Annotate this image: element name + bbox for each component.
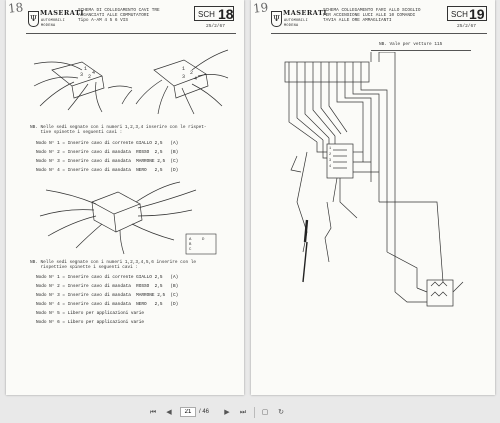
svg-text:4: 4 [92,70,95,76]
list-item: Nodo N° 1 = Inserire cavo di corrente GI… [36,141,179,146]
trident-icon: Ψ [271,11,282,27]
svg-text:1: 1 [84,66,87,72]
page-number-input[interactable] [180,407,196,417]
header-title: SCHEMA COLLEGAMENTO FARI ALLO SCOGLIO PE… [323,8,421,24]
document-page-right: 19 Ψ MASERATI AUTOMOBILI MODENA SCHEMA C… [251,0,495,395]
svg-text:3: 3 [182,74,185,80]
list-item: Nodo N° 2 = Inserire cavo di mandata ROS… [36,150,179,155]
svg-text:3: 3 [80,72,83,78]
list-item: Nodo N° 1 = Inserire cavo di corrente GI… [36,275,179,280]
page-scrawl: 19 [252,0,269,16]
svg-text:2: 2 [88,74,91,80]
page-scrawl: 18 [7,0,24,16]
fit-page-icon[interactable]: ▢ [260,407,270,418]
next-page-icon[interactable]: ▶ [222,407,232,418]
cable-list-1: Nodo N° 1 = Inserire cavo di corrente GI… [36,139,178,175]
callout-a: A [189,238,192,242]
callout-c: C [189,248,192,252]
svg-text:4: 4 [194,76,197,82]
header-rule [26,33,236,34]
cable-list-2: Nodo N° 1 = Inserire cavo di corrente GI… [36,273,178,327]
sch-number: 18 [218,6,234,22]
list-item: Nodo N° 4 = Inserire cavo di mandata NER… [36,168,179,173]
header-title: SCHEMA DI COLLEGAMENTO CAVI TRE AGGANCIA… [78,8,160,24]
list-item: Nodo N° 2 = Inserire cavo di mandata ROS… [36,284,179,289]
svg-text:2: 2 [329,153,331,157]
page-total: / 46 [199,409,210,415]
callout-d: D [202,238,205,242]
document-date: 25/2/67 [457,24,476,29]
rotate-icon[interactable]: ↻ [276,407,286,418]
svg-text:3: 3 [329,159,331,163]
list-item: Nodo N° 5 = Libero per applicazioni vari… [36,311,145,316]
maserati-logo: Ψ MASERATI AUTOMOBILI MODENA [271,9,327,28]
vehicle-note: NB. Vale per vetture 115 [379,42,443,47]
note-1: NB. Nelle sedi segnate con i numeri 1,2,… [30,125,207,136]
maserati-logo: Ψ MASERATI AUTOMOBILI MODENA [28,9,84,28]
svg-text:2: 2 [190,70,193,76]
list-item: Nodo N° 3 = Inserire cavo di mandata MAR… [36,159,179,164]
trident-icon: Ψ [28,11,39,27]
prev-page-icon[interactable]: ◀ [164,407,174,418]
wiring-schematic: 1 2 3 4 [284,52,464,307]
last-page-icon[interactable]: ⏭ [238,407,248,418]
list-item: Nodo N° 3 = Inserire cavo di mandata MAR… [36,293,179,298]
note-rule [371,50,471,51]
header-rule [271,33,487,34]
document-page-left: 18 Ψ MASERATI AUTOMOBILI MODENA SCHEMA D… [6,0,244,395]
note-2: NB. Nelle sedi segnate con i numeri 1,2,… [30,260,196,271]
svg-text:4: 4 [329,165,331,169]
document-date: 25/2/67 [206,24,225,29]
connector-diagram-top: 123 4 123 4 [33,49,229,115]
svg-text:1: 1 [182,66,185,72]
svg-text:1: 1 [329,147,331,151]
connector-diagram-bottom: A B C D [39,181,217,255]
list-item: Nodo N° 6 = Libero per applicazioni vari… [36,320,145,325]
first-page-icon[interactable]: ⏮ [148,407,158,418]
sch-number: 19 [469,6,485,22]
toolbar-divider [254,407,255,418]
viewer-toolbar: ⏮ ◀ / 46 ▶ ⏭ ▢ ↻ [0,403,500,423]
callout-b: B [189,243,192,247]
list-item: Nodo N° 4 = Inserire cavo di mandata NER… [36,302,179,307]
